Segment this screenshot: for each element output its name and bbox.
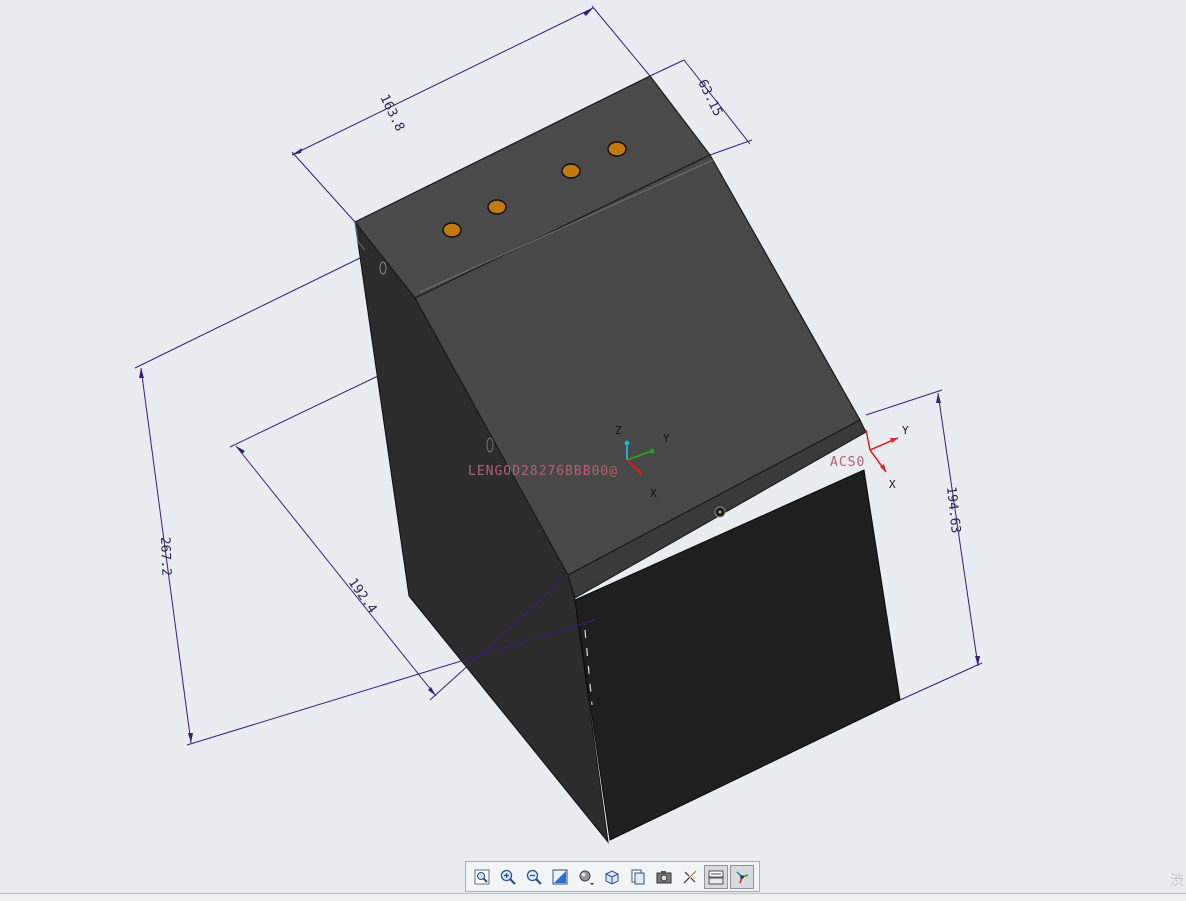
dim-top-depth[interactable]: 63.15 xyxy=(694,77,725,119)
graphics-toolbar xyxy=(465,861,760,892)
datum-filter-icon xyxy=(708,870,724,884)
zoom-out-icon xyxy=(526,869,542,885)
perspective-button[interactable] xyxy=(652,865,676,889)
display-style-button[interactable] xyxy=(574,865,598,889)
hole-3 xyxy=(561,163,581,179)
dim-left-height[interactable]: 267.2 xyxy=(157,537,173,577)
annotation-display-button[interactable] xyxy=(678,865,702,889)
view-manager-icon xyxy=(631,869,645,884)
zoom-out-button[interactable] xyxy=(522,865,546,889)
hole-4 xyxy=(607,141,627,157)
dim-top-width[interactable]: 163.8 xyxy=(376,92,407,134)
camera-icon xyxy=(656,870,672,883)
display-style-icon xyxy=(579,870,594,885)
zoom-in-button[interactable] xyxy=(496,865,520,889)
refit-button[interactable] xyxy=(470,865,494,889)
acs0-label[interactable]: ACS0 xyxy=(830,455,865,470)
refit-icon xyxy=(474,869,490,884)
repaint-icon xyxy=(552,869,568,884)
acs0-x: X xyxy=(889,478,896,491)
dim-slope-length[interactable]: 192.4 xyxy=(345,576,380,617)
front-screw-center xyxy=(718,510,722,514)
center-csys-x: X xyxy=(650,487,657,500)
spin-center-icon xyxy=(736,870,749,883)
center-csys-y: Y xyxy=(663,432,670,445)
view-cube-icon xyxy=(605,869,619,885)
annotation-icon xyxy=(683,870,697,883)
graphics-viewport[interactable]: 163.8 63.15 267.2 192.4 194.63 LENGOD282… xyxy=(0,0,1186,900)
spin-center-button[interactable] xyxy=(730,864,754,889)
corner-text: 渋 xyxy=(1170,873,1184,889)
hole-2 xyxy=(487,199,507,215)
datum-display-button[interactable] xyxy=(704,864,728,889)
view-manager-button[interactable] xyxy=(626,865,650,889)
zoom-in-icon xyxy=(500,869,516,885)
center-csys-z: Z xyxy=(615,424,622,437)
acs0-y: Y xyxy=(902,424,909,437)
repaint-button[interactable] xyxy=(548,865,572,889)
saved-orientations-button[interactable] xyxy=(600,865,624,889)
dim-front-height[interactable]: 194.63 xyxy=(943,486,963,534)
datum-label[interactable]: LENGOD28276BBB00@ xyxy=(468,464,618,479)
hole-1 xyxy=(442,222,462,238)
